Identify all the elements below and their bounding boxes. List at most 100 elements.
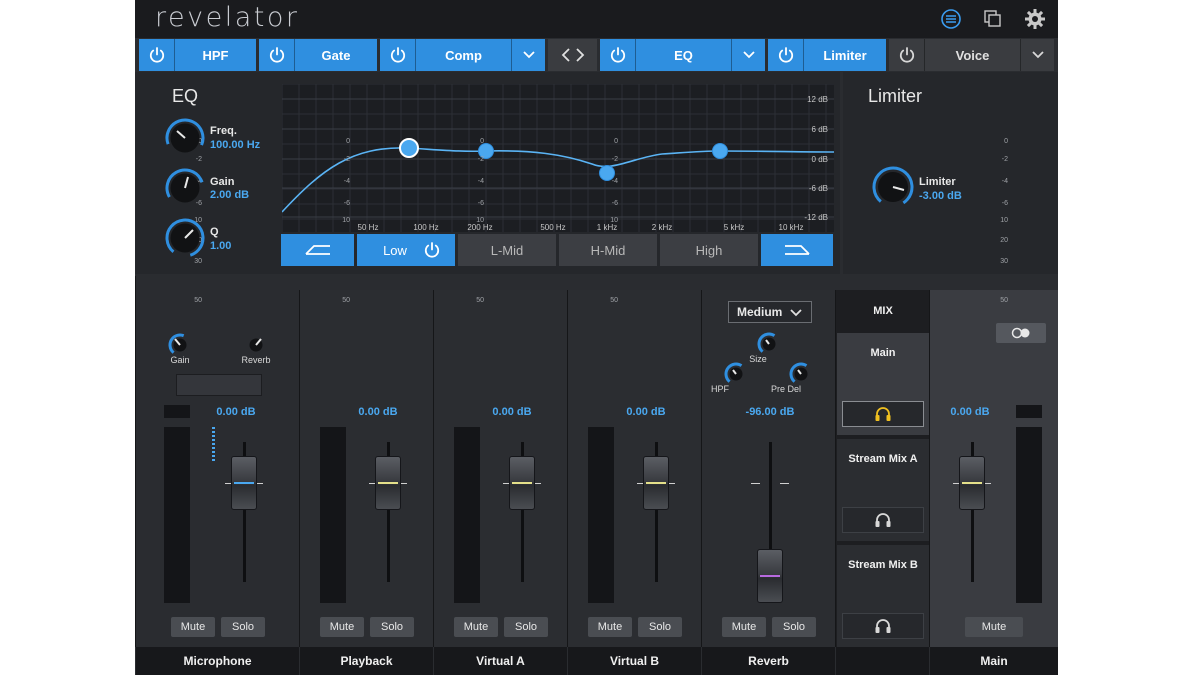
module-voice[interactable]: Voice	[889, 39, 1054, 71]
module-hpf[interactable]: HPF	[139, 39, 256, 71]
fader-indicator	[760, 575, 780, 577]
power-glyph	[610, 47, 625, 63]
power-icon[interactable]	[139, 39, 175, 71]
mix-target-label: Stream Mix A	[848, 453, 918, 465]
channel-fader[interactable]	[231, 456, 257, 510]
reverb-preset-value: Medium	[737, 305, 783, 319]
mix-target-main[interactable]: Main	[837, 333, 929, 435]
mute-button[interactable]: Mute	[722, 617, 766, 637]
power-icon[interactable]	[380, 39, 416, 71]
meter-scale-label: 50	[194, 297, 202, 304]
mic-gain-knob[interactable]	[168, 333, 192, 357]
knob-label: Reverb	[241, 355, 271, 365]
q-label: Q	[210, 226, 219, 238]
chevron-down-icon[interactable]	[1020, 39, 1054, 71]
freq-tick-label: 500 Hz	[540, 223, 565, 232]
headphones-button[interactable]	[842, 401, 924, 427]
channel-reverb: -96.00 dB Mute Solo Medium Size HPF Pre Del	[701, 290, 835, 647]
mute-button[interactable]: Mute	[454, 617, 498, 637]
low-pass-icon	[785, 245, 810, 255]
reverb-pre-del-knob[interactable]	[789, 362, 813, 386]
power-glyph	[424, 242, 440, 258]
module-gate[interactable]: Gate	[259, 39, 377, 71]
power-icon[interactable]	[889, 39, 925, 71]
gain-label: Gain	[210, 176, 235, 188]
module-label: Limiter	[823, 47, 867, 63]
limiter-knob[interactable]	[871, 165, 915, 209]
app-logo: revelator	[155, 2, 300, 33]
eq-band-label: L-Mid	[490, 242, 524, 258]
eq-node-low[interactable]	[399, 138, 419, 158]
eq-band-low-pass[interactable]	[761, 234, 833, 266]
channel-microphone: 0.00 dB0-2-4-610203050MuteSoloGainReverb	[135, 138, 299, 647]
power-icon[interactable]	[423, 241, 441, 262]
gear-icon[interactable]	[1024, 8, 1046, 30]
eq-band-high[interactable]: High	[660, 234, 758, 266]
channel-fader[interactable]	[757, 549, 783, 603]
mute-button[interactable]: Mute	[320, 617, 364, 637]
limiter-knob-label: Limiter	[919, 176, 956, 188]
copy-icon[interactable]	[982, 8, 1004, 30]
channel-fader[interactable]	[959, 456, 985, 510]
power-icon[interactable]	[259, 39, 295, 71]
solo-button[interactable]: Solo	[638, 617, 682, 637]
mute-button[interactable]: Mute	[171, 617, 215, 637]
chevron-down-icon[interactable]	[511, 39, 545, 71]
eq-gain-knob[interactable]	[165, 168, 205, 208]
reverb-size-knob[interactable]	[757, 332, 781, 356]
solo-button[interactable]: Solo	[221, 617, 265, 637]
channel-fader[interactable]	[509, 456, 535, 510]
module-limiter[interactable]: Limiter	[768, 39, 886, 71]
pan-control[interactable]	[176, 374, 262, 396]
channel-level-readout: 0.00 dB	[358, 406, 398, 418]
freq-label: Freq.	[210, 125, 237, 137]
meter-scale-label: -4	[611, 178, 618, 185]
mixer-icon[interactable]	[940, 8, 962, 30]
eq-band-h-mid[interactable]: H-Mid	[559, 234, 657, 266]
mic-reverb-knob[interactable]	[244, 333, 268, 357]
power-icon[interactable]	[600, 39, 636, 71]
expand-collapse-button[interactable]	[548, 39, 597, 71]
eq-node-high[interactable]	[712, 143, 728, 159]
eq-curve-plot[interactable]: 12 dB 6 dB 0 dB -6 dB -12 dB 50 Hz 100 Hz 200 H…	[281, 83, 835, 232]
eq-graph[interactable]: 12 dB 6 dB 0 dB -6 dB -12 dB 50 Hz 100 Hz 200 H…	[281, 83, 835, 232]
eq-band-label: H-Mid	[590, 242, 626, 258]
solo-button[interactable]: Solo	[370, 617, 414, 637]
channel-playback: 0.00 dB0-2-4-610203050MuteSolo	[299, 138, 433, 647]
main-level-meter	[1016, 427, 1042, 603]
power-icon[interactable]	[768, 39, 804, 71]
headphones-button[interactable]	[842, 613, 924, 639]
code-arrows-icon	[561, 48, 584, 62]
eq-band-low[interactable]: Low	[357, 234, 455, 266]
knob-label: HPF	[711, 384, 729, 394]
mixer: 0.00 dB 0 -2 -4 -6 10 20 30 50 Mute Solo Gain Reverb…	[135, 138, 1058, 675]
reverb-preset-select[interactable]: Medium	[728, 301, 812, 323]
module-label: HPF	[202, 47, 229, 63]
limiter-knob-value: -3.00 dB	[919, 190, 962, 202]
db-tick-label: 0 dB	[812, 155, 828, 164]
knob-label: Gain	[170, 355, 190, 365]
headphones-button[interactable]	[842, 507, 924, 533]
solo-button[interactable]: Solo	[772, 617, 816, 637]
module-label: Comp	[445, 47, 482, 63]
mix-target-stream-mix-b[interactable]: Stream Mix B	[837, 545, 929, 647]
reverb-hpf-knob[interactable]	[724, 362, 748, 386]
channel-fader[interactable]	[643, 456, 669, 510]
mute-button[interactable]: Mute	[588, 617, 632, 637]
module-comp[interactable]: Comp	[380, 39, 545, 71]
chevron-down-icon[interactable]	[731, 39, 765, 71]
eq-freq-knob[interactable]	[165, 118, 205, 158]
stereo-link-toggle[interactable]	[996, 323, 1046, 343]
channel-fader[interactable]	[375, 456, 401, 510]
eq-band-high-pass[interactable]	[281, 234, 354, 266]
mix-target-stream-mix-a[interactable]: Stream Mix A	[837, 439, 929, 541]
eq-band-l-mid[interactable]: L-Mid	[458, 234, 556, 266]
freq-value: 100.00 Hz	[210, 139, 261, 151]
eq-q-knob[interactable]	[165, 218, 205, 258]
module-eq[interactable]: EQ	[600, 39, 765, 71]
knob-label: Pre Del	[770, 384, 801, 394]
fader-group	[136, 290, 299, 582]
mix-column: MIX Main Stream Mix A Stream Mix B	[835, 290, 929, 647]
solo-button[interactable]: Solo	[504, 617, 548, 637]
main-mute-button[interactable]: Mute	[965, 617, 1023, 637]
